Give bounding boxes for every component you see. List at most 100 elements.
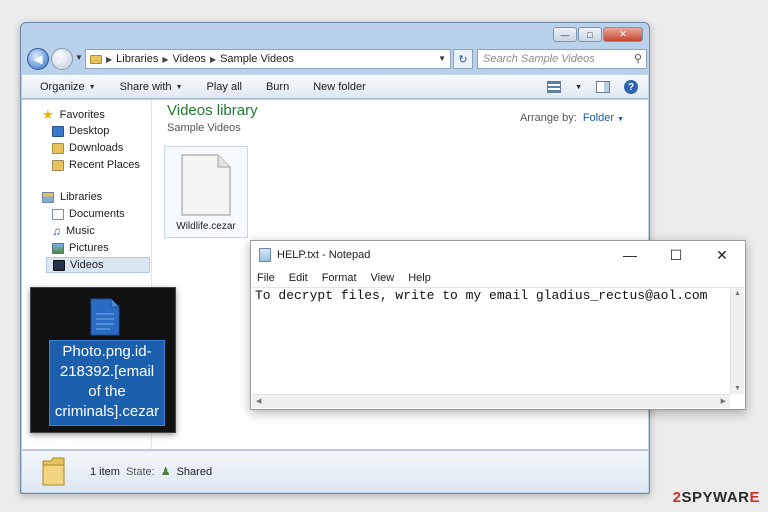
share-with-button[interactable]: Share with ▼ bbox=[120, 81, 183, 93]
menu-view[interactable]: View bbox=[371, 272, 395, 284]
videos-icon bbox=[53, 259, 65, 271]
scroll-right-icon[interactable]: ▶ bbox=[721, 397, 726, 405]
nav-item-label: Music bbox=[66, 225, 95, 237]
notepad-text-area[interactable]: To decrypt files, write to my email glad… bbox=[252, 287, 744, 408]
nav-item-desktop[interactable]: Desktop bbox=[52, 125, 109, 137]
minimize-button[interactable]: — bbox=[553, 27, 577, 42]
notepad-titlebar: HELP.txt - Notepad — ☐ ✕ bbox=[251, 241, 745, 269]
new-folder-button[interactable]: New folder bbox=[313, 81, 366, 93]
play-all-button[interactable]: Play all bbox=[207, 81, 242, 93]
documents-icon bbox=[52, 208, 64, 220]
recent-pages-dropdown-icon[interactable]: ▼ bbox=[75, 53, 83, 62]
menu-help[interactable]: Help bbox=[408, 272, 431, 284]
scroll-down-icon[interactable]: ▼ bbox=[734, 385, 741, 392]
close-button[interactable]: ✕ bbox=[603, 27, 643, 42]
nav-item-videos[interactable]: Videos bbox=[46, 257, 150, 273]
breadcrumb-sample-videos[interactable]: Sample Videos bbox=[220, 53, 294, 65]
menu-format[interactable]: Format bbox=[322, 272, 357, 284]
maximize-button[interactable]: □ bbox=[578, 27, 602, 42]
chevron-right-icon[interactable]: ▶ bbox=[106, 55, 112, 64]
item-count: 1 item bbox=[90, 465, 120, 478]
burn-label: Burn bbox=[265, 81, 290, 93]
notepad-window-controls: — ☐ ✕ bbox=[607, 241, 745, 269]
notepad-icon bbox=[259, 248, 271, 262]
document-icon bbox=[90, 298, 120, 336]
libraries-icon bbox=[42, 191, 54, 203]
chevron-right-icon[interactable]: ▶ bbox=[210, 55, 216, 64]
share-with-label: Share with bbox=[119, 81, 172, 93]
nav-libraries-label: Libraries bbox=[60, 191, 103, 203]
maximize-button[interactable]: ☐ bbox=[653, 241, 699, 269]
arrange-by-value: Folder bbox=[582, 112, 614, 124]
scroll-up-icon[interactable]: ▲ bbox=[734, 290, 741, 297]
nav-item-label: Videos bbox=[70, 259, 104, 271]
arrange-by-label: Arrange by: bbox=[519, 112, 577, 124]
library-title: Videos library bbox=[167, 102, 258, 119]
change-view-icon[interactable] bbox=[547, 81, 562, 93]
menu-edit[interactable]: Edit bbox=[289, 272, 308, 284]
view-controls: ▼ ? bbox=[547, 80, 638, 94]
watermark-logo: 2SPYWARE bbox=[673, 489, 760, 506]
caret-down-icon[interactable]: ▼ bbox=[575, 84, 582, 91]
nav-item-label: Recent Places bbox=[69, 159, 140, 171]
command-bar: Organize ▼ Share with ▼ Play all Burn Ne… bbox=[22, 75, 648, 99]
back-button[interactable]: ◀ bbox=[27, 48, 49, 70]
state-label: State: bbox=[125, 465, 155, 478]
nav-item-pictures[interactable]: Pictures bbox=[52, 242, 109, 254]
file-icon bbox=[181, 154, 231, 216]
minimize-button[interactable]: — bbox=[607, 241, 653, 269]
breadcrumb-libraries[interactable]: Libraries bbox=[116, 53, 158, 65]
forward-button[interactable]: ▶ bbox=[51, 48, 73, 70]
nav-libraries[interactable]: Libraries bbox=[42, 191, 102, 203]
nav-item-documents[interactable]: Documents bbox=[52, 208, 125, 220]
status-details: 1 item State: ♟ Shared bbox=[90, 465, 213, 479]
file-item[interactable]: Wildlife.cezar bbox=[164, 146, 248, 238]
caret-down-icon: ▼ bbox=[617, 116, 624, 123]
pictures-icon bbox=[52, 242, 64, 254]
caret-down-icon: ▼ bbox=[175, 83, 183, 91]
help-icon[interactable]: ? bbox=[624, 80, 638, 94]
play-all-label: Play all bbox=[206, 81, 242, 93]
music-icon: ♫ bbox=[52, 224, 61, 238]
nav-item-label: Pictures bbox=[69, 242, 109, 254]
state-value: Shared bbox=[176, 465, 213, 478]
search-input[interactable]: Search Sample Videos ⚲ bbox=[477, 49, 647, 69]
window-controls: — □ ✕ bbox=[553, 27, 643, 42]
desktop-icon bbox=[52, 125, 64, 137]
nav-item-music[interactable]: ♫ Music bbox=[52, 225, 95, 237]
file-name: Wildlife.cezar bbox=[176, 221, 236, 232]
ransom-note-text[interactable]: To decrypt files, write to my email glad… bbox=[255, 288, 707, 303]
vertical-scrollbar[interactable]: ▲ ▼ bbox=[730, 288, 744, 394]
chevron-right-icon[interactable]: ▶ bbox=[162, 55, 168, 64]
watermark-text: SPYWAR bbox=[681, 489, 750, 506]
nav-item-recent-places[interactable]: Recent Places bbox=[52, 159, 140, 171]
notepad-menubar: File Edit Format View Help bbox=[251, 269, 745, 287]
encrypted-file-name[interactable]: Photo.png.id- 218392.[email of the crimi… bbox=[49, 340, 165, 426]
caret-down-icon: ▼ bbox=[88, 83, 96, 91]
nav-item-label: Downloads bbox=[69, 142, 124, 154]
arrange-by-dropdown[interactable]: Folder ▼ bbox=[583, 112, 624, 124]
library-subtitle: Sample Videos bbox=[167, 122, 241, 134]
search-icon[interactable]: ⚲ bbox=[634, 52, 642, 65]
nav-item-label: Documents bbox=[69, 208, 125, 220]
preview-pane-icon[interactable] bbox=[596, 81, 610, 93]
notepad-title: HELP.txt - Notepad bbox=[277, 249, 371, 261]
nav-favorites-label: Favorites bbox=[59, 108, 105, 121]
breadcrumb-videos[interactable]: Videos bbox=[173, 53, 206, 65]
menu-file[interactable]: File bbox=[257, 272, 275, 284]
nav-favorites[interactable]: ★ Favorites bbox=[42, 108, 105, 121]
address-bar[interactable]: ▶ Libraries ▶ Videos ▶ Sample Videos ▼ bbox=[85, 49, 451, 69]
horizontal-scrollbar[interactable]: ◀ ▶ bbox=[252, 394, 730, 408]
refresh-button[interactable]: ↻ bbox=[453, 49, 473, 69]
address-dropdown-icon[interactable]: ▼ bbox=[438, 54, 446, 63]
encrypted-file-tile: Photo.png.id- 218392.[email of the crimi… bbox=[30, 287, 176, 433]
folder-icon bbox=[90, 54, 102, 64]
watermark-suffix: E bbox=[749, 489, 760, 506]
nav-item-downloads[interactable]: Downloads bbox=[52, 142, 123, 154]
shared-users-icon: ♟ bbox=[160, 466, 171, 478]
organize-button[interactable]: Organize ▼ bbox=[40, 81, 96, 93]
close-button[interactable]: ✕ bbox=[699, 241, 745, 269]
scroll-left-icon[interactable]: ◀ bbox=[256, 397, 261, 405]
burn-button[interactable]: Burn bbox=[266, 81, 289, 93]
organize-label: Organize bbox=[40, 81, 85, 93]
